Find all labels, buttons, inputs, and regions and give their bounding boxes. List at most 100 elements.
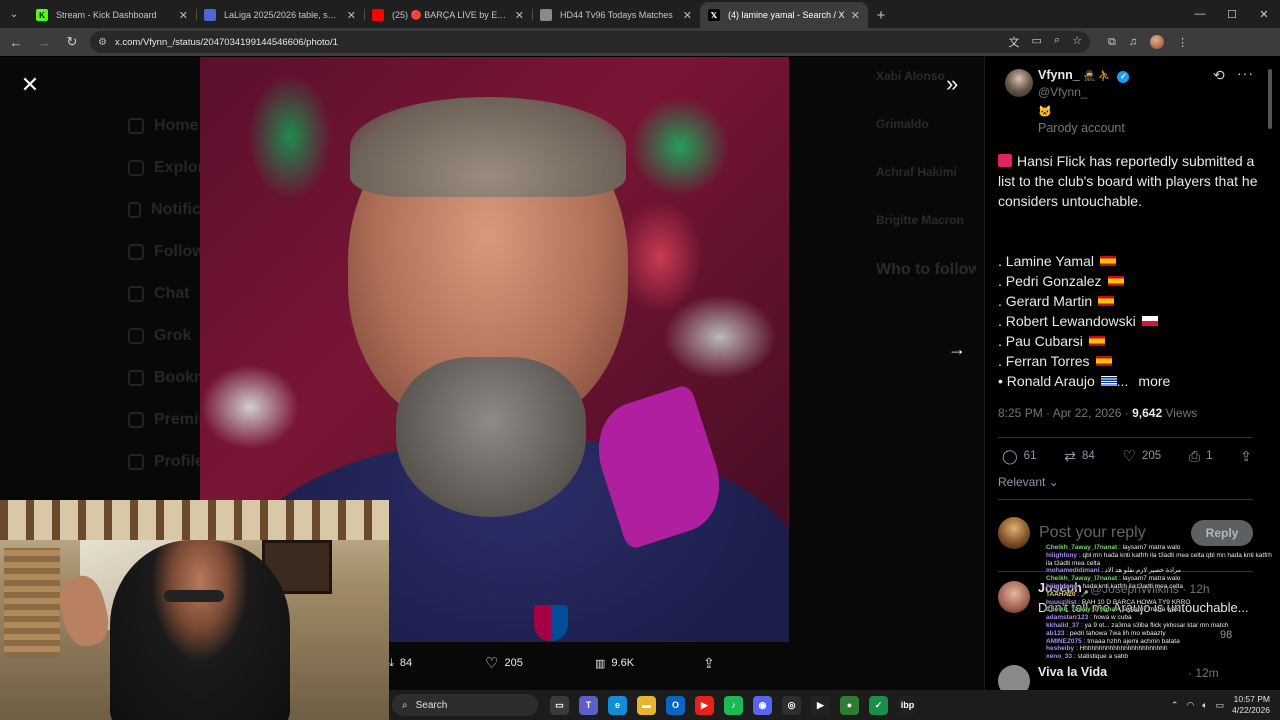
ellipsis: ... <box>1116 373 1129 389</box>
reply-avatar[interactable] <box>998 665 1030 690</box>
next-photo-icon[interactable]: → <box>948 339 966 360</box>
address-url[interactable]: x.com/Vfynn_/status/2047034199144546606/… <box>115 37 1009 48</box>
discord-icon[interactable]: ◉ <box>753 695 772 715</box>
translate-icon[interactable]: 文 <box>1009 34 1020 50</box>
battery-icon[interactable]: ▭ <box>1216 700 1225 711</box>
task-view-icon[interactable]: ▭ <box>550 695 569 715</box>
maximize-icon[interactable]: ☐ <box>1216 0 1248 28</box>
close-window-icon[interactable]: ✕ <box>1248 0 1280 28</box>
player-list-item: . Ferran Torres <box>998 351 1268 371</box>
photo-reply-count: 84 <box>399 657 413 669</box>
profile-avatar[interactable] <box>1150 35 1165 49</box>
browser-toolbar: ← → ↻ ⚙ x.com/Vfynn_/status/204703419914… <box>0 28 1280 56</box>
es-flag-icon <box>1098 296 1115 306</box>
zoom-icon[interactable]: ⌕ <box>1054 34 1060 50</box>
media-controls-icon[interactable]: ♫ <box>1129 36 1137 48</box>
browser-tab[interactable]: K Stream - Kick Dashboard ✕ <box>28 2 196 28</box>
reply-avatar[interactable] <box>998 581 1030 613</box>
tab-close-icon[interactable]: ✕ <box>179 9 188 22</box>
nav-glyph-icon <box>128 244 144 260</box>
site-info-icon[interactable]: ⚙ <box>98 37 107 48</box>
teams-icon[interactable]: T <box>579 695 598 715</box>
taskbar-search[interactable]: ⌕ Search <box>392 694 538 716</box>
minimize-icon[interactable]: — <box>1184 0 1216 28</box>
extensions-icon[interactable]: ⧉ <box>1108 36 1116 49</box>
es-flag-icon <box>1088 336 1105 346</box>
check-app-icon[interactable]: ✓ <box>869 695 888 715</box>
browser-tab[interactable]: (25) 🔴 BARÇA LIVE by ESTREL ✕ <box>364 2 532 28</box>
tab-search-icon[interactable]: ⌄ <box>0 0 28 28</box>
menu-icon[interactable]: ⋮ <box>1177 36 1188 49</box>
bookmark-star-icon[interactable]: ☆ <box>1072 34 1082 50</box>
tab-close-icon[interactable]: ✕ <box>347 9 356 22</box>
edge-icon[interactable]: e <box>608 695 627 715</box>
bookmark-count: 1 <box>1206 450 1213 462</box>
sort-replies-dropdown[interactable]: Relevant ⌄ <box>998 475 1059 489</box>
obs-icon[interactable]: ◎ <box>782 695 801 715</box>
streamer-webcam <box>0 500 389 720</box>
reply-author[interactable]: Viva la Vida <box>1038 665 1107 679</box>
kick-icon[interactable]: ▶ <box>811 695 830 715</box>
windows-taskbar: ⌕ Search ▭ Te ▬ O ▶ ♪ ◉ ◎ ▶ ● ✓ ibp ⌃ ◠ 🔈︎ ▭ 10:57 … <box>389 690 1280 720</box>
show-more-link[interactable]: more <box>1138 371 1170 391</box>
wifi-icon[interactable]: ◠ <box>1186 700 1194 711</box>
author-name-suffix: 🥷 ⛹ <box>1083 71 1111 82</box>
browser-tab[interactable]: HD44 Tv96 Todays Matches ✕ <box>532 2 700 28</box>
volume-icon[interactable]: 🔈︎ <box>1202 700 1207 711</box>
outlook-icon[interactable]: O <box>666 695 685 715</box>
ibp-icon[interactable]: ibp <box>898 695 917 715</box>
divider <box>998 499 1253 500</box>
photo-like-button[interactable]: ♡ 205 <box>485 654 523 672</box>
reply-submit-button[interactable]: Reply <box>1191 520 1253 546</box>
trend-item: Brigitte Macron <box>876 213 965 227</box>
spotify-icon[interactable]: ♪ <box>724 695 743 715</box>
webcam-door <box>4 548 60 658</box>
pl-flag-icon <box>1141 316 1158 326</box>
author-handle[interactable]: @Vfynn_ <box>1038 85 1088 99</box>
tray-chevron-icon[interactable]: ⌃ <box>1171 700 1179 711</box>
browser-tab[interactable]: LaLiga 2025/2026 table, schedu ✕ <box>196 2 364 28</box>
reply-view-count: 98 <box>1220 629 1233 641</box>
x-icon: 𝕏 <box>708 9 720 21</box>
more-options-icon[interactable]: ··· <box>1237 65 1254 81</box>
like-button[interactable]: ♡ 205 <box>1123 447 1162 465</box>
tab-close-icon[interactable]: ✕ <box>515 9 524 22</box>
tweet-views-label: Views <box>1165 406 1198 420</box>
tab-close-icon[interactable]: ✕ <box>851 9 860 22</box>
player-name: . Ferran Torres <box>998 353 1090 369</box>
reply-icon: ⤓ <box>389 656 394 669</box>
tweet-timestamp[interactable]: 8:25 PM · Apr 22, 2026 · <box>998 406 1129 420</box>
taskbar-clock[interactable]: 10:57 PM 4/22/2026 <box>1232 694 1270 716</box>
forward-icon[interactable]: → <box>32 30 56 54</box>
siren-emoji-icon <box>998 154 1012 167</box>
repost-button[interactable]: ⇄ 84 <box>1064 447 1095 465</box>
file-explorer-icon[interactable]: ▬ <box>637 695 656 715</box>
es-flag-icon <box>1107 276 1124 286</box>
close-icon[interactable]: ✕ <box>18 72 42 97</box>
reply-input[interactable]: Post your reply <box>1039 524 1191 542</box>
heart-icon: ♡ <box>485 655 499 672</box>
author-name[interactable]: Vfynn_ 🥷 ⛹ ✓ <box>1038 68 1130 83</box>
browser-tab[interactable]: 𝕏 (4) lamine yamal - Search / X ✕ <box>700 2 868 28</box>
bookmark-button[interactable]: ⎙ 1 <box>1189 447 1213 465</box>
author-avatar[interactable] <box>1005 69 1033 97</box>
grok-icon[interactable]: ⟲ <box>1213 67 1225 84</box>
address-bar[interactable]: ⚙ x.com/Vfynn_/status/204703419914454660… <box>90 31 1090 53</box>
photo-beard <box>396 357 586 517</box>
photo-share-button[interactable]: ⇪ <box>703 655 715 672</box>
reply-button[interactable]: ◯ 61 <box>1002 447 1036 465</box>
share-button[interactable]: ⇪ <box>1240 447 1252 465</box>
reload-icon[interactable]: ↻ <box>60 30 84 54</box>
reply-author[interactable]: Joseph <box>1038 581 1082 595</box>
youtube-icon[interactable]: ▶ <box>695 695 714 715</box>
new-tab-button[interactable]: + <box>868 2 894 28</box>
photo-reply-button[interactable]: ⤓ 84 <box>389 657 412 670</box>
chrome-icon[interactable]: ● <box>840 695 859 715</box>
tab-close-icon[interactable]: ✕ <box>683 9 692 22</box>
back-icon[interactable]: ← <box>4 30 28 54</box>
panel-scrollbar[interactable] <box>1268 69 1272 129</box>
cast-icon[interactable]: ▭ <box>1032 34 1042 50</box>
verified-badge-icon: ✓ <box>1117 71 1130 83</box>
collapse-panel-icon[interactable]: » <box>946 71 958 97</box>
photo-views-button[interactable]: ▥ 9.6K <box>595 657 634 670</box>
